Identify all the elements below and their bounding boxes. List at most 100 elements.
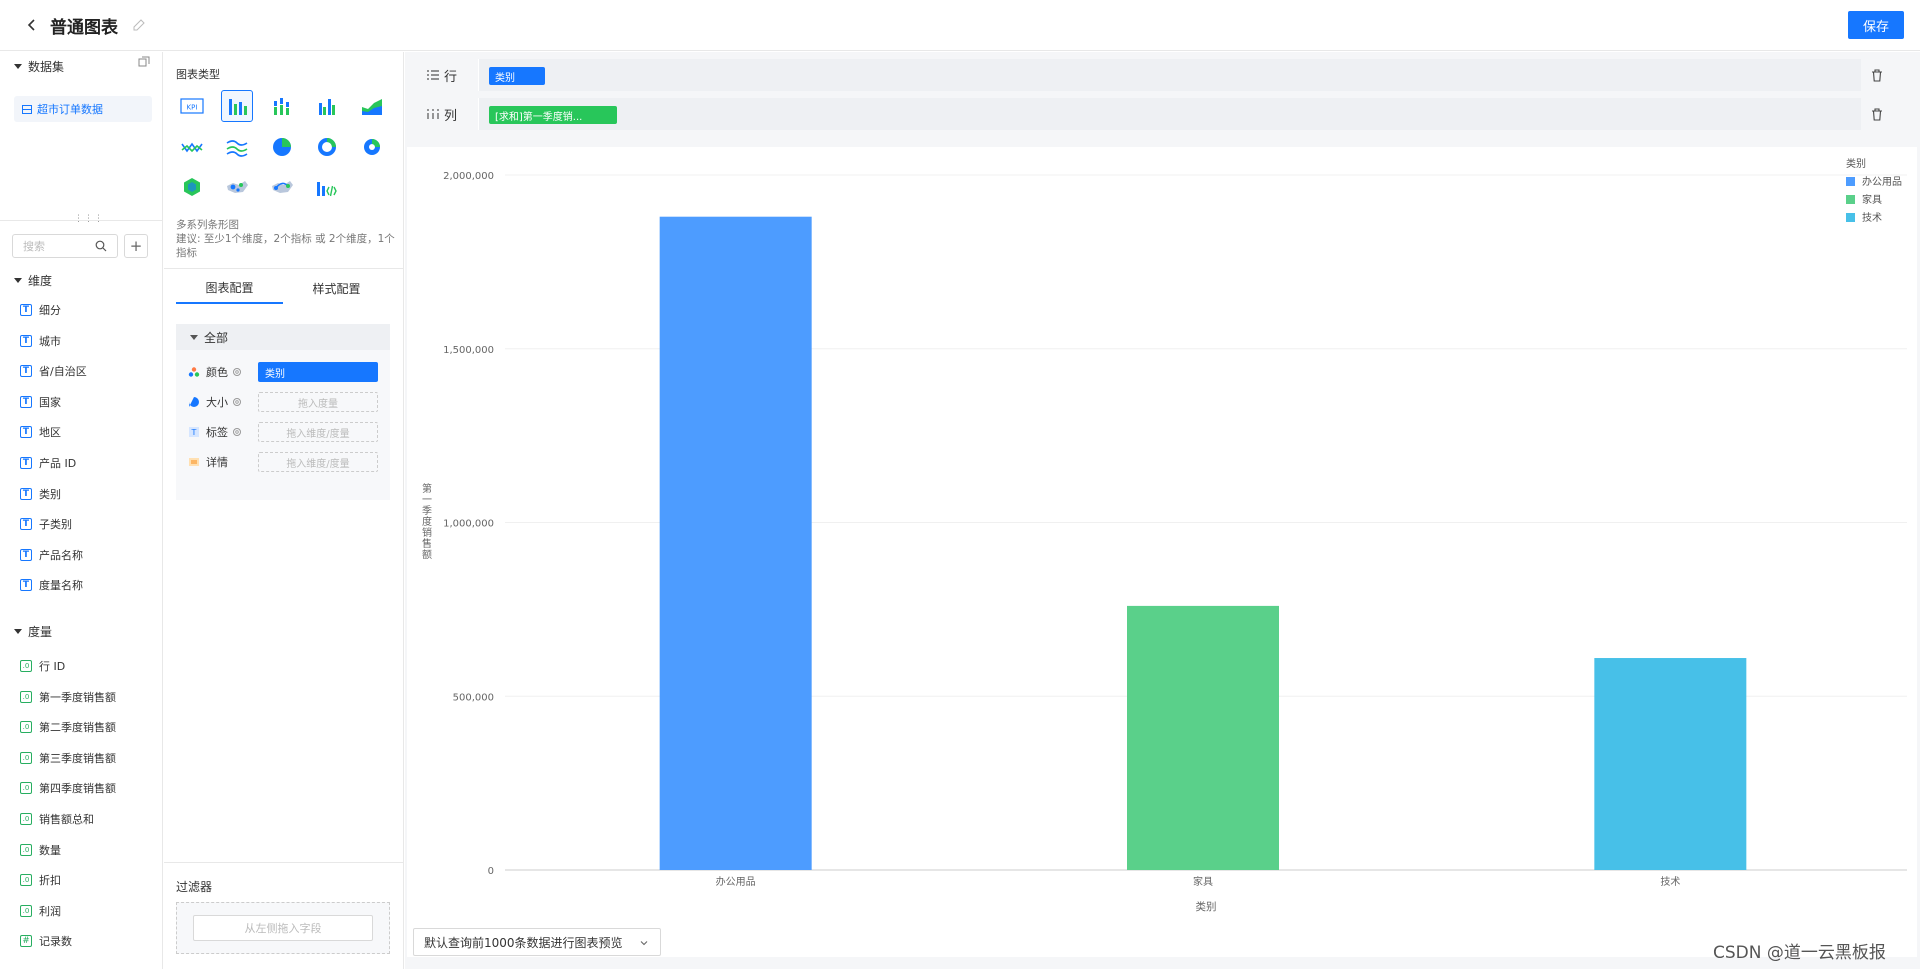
- collapse-icon: [14, 64, 22, 69]
- x-tick-label: 办公用品: [716, 875, 756, 888]
- multi-line-chart-icon[interactable]: [221, 131, 253, 163]
- resize-handle[interactable]: ⋮⋮⋮: [74, 214, 104, 224]
- donut-chart-icon[interactable]: [311, 131, 343, 163]
- edit-icon[interactable]: [132, 18, 146, 32]
- area-chart-icon[interactable]: [356, 90, 388, 122]
- tab-chart-config[interactable]: 图表配置: [176, 272, 283, 304]
- search-input[interactable]: 搜索: [12, 234, 118, 258]
- measure-field[interactable]: .0 销售额总和: [20, 810, 94, 828]
- gear-icon[interactable]: [232, 427, 242, 437]
- text-type-icon: T: [20, 518, 32, 531]
- dataset-item[interactable]: 超市订单数据: [14, 96, 152, 122]
- column-drop-zone[interactable]: [求和]第一季度销...: [479, 98, 1861, 130]
- divider: [164, 862, 404, 863]
- dimension-field[interactable]: T 产品名称: [20, 546, 83, 564]
- label-label: 标签: [206, 426, 228, 439]
- dimension-field[interactable]: T 度量名称: [20, 576, 83, 594]
- kpi-chart-icon[interactable]: KPI: [176, 90, 208, 122]
- delete-icon[interactable]: [1860, 59, 1894, 91]
- line-chart-icon[interactable]: [176, 131, 208, 163]
- dimension-field[interactable]: T 产品 ID: [20, 454, 76, 472]
- number-type-icon: .0: [20, 782, 32, 795]
- dimension-field[interactable]: T 国家: [20, 393, 61, 411]
- y-axis-title: 销: [422, 526, 432, 539]
- hex-map-icon[interactable]: [176, 171, 208, 203]
- dimension-field[interactable]: T 细分: [20, 301, 61, 319]
- preview-limit-label: 默认查询前1000条数据进行图表预览: [424, 935, 623, 950]
- dimension-field[interactable]: T 地区: [20, 423, 61, 441]
- y-tick-label: 500,000: [453, 692, 494, 703]
- preview-limit-dropdown[interactable]: 默认查询前1000条数据进行图表预览: [413, 928, 661, 956]
- y-axis-title: 额: [422, 548, 432, 561]
- measure-field[interactable]: .0 利润: [20, 902, 61, 920]
- gear-icon[interactable]: [232, 367, 242, 377]
- y-tick-label: 1,000,000: [443, 519, 494, 530]
- x-axis-title: 类别: [1196, 900, 1217, 913]
- field-label: 第三季度销售额: [39, 751, 116, 765]
- column-field-pill[interactable]: [求和]第一季度销...: [489, 106, 617, 124]
- color-field-pill[interactable]: 类别: [258, 362, 378, 382]
- filter-drop-area[interactable]: 从左侧拖入字段: [176, 902, 390, 954]
- pie-chart-icon[interactable]: [266, 131, 298, 163]
- filter-drop-zone[interactable]: 从左侧拖入字段: [193, 915, 373, 941]
- col-label-text: 列: [444, 108, 458, 124]
- divider: [0, 220, 163, 221]
- measure-field[interactable]: .0 第二季度销售额: [20, 718, 116, 736]
- x-tick-label: 技术: [1660, 875, 1680, 888]
- save-button[interactable]: 保存: [1848, 11, 1904, 39]
- y-axis-title: 度: [422, 515, 432, 528]
- legend-swatch: [1846, 195, 1855, 204]
- custom-bar-chart-icon[interactable]: [311, 171, 343, 203]
- x-tick-label: 家具: [1193, 875, 1213, 888]
- dimension-field[interactable]: T 城市: [20, 332, 61, 350]
- dimension-field[interactable]: T 类别: [20, 485, 61, 503]
- measure-field[interactable]: .0 第四季度销售额: [20, 779, 116, 797]
- detail-drop-zone[interactable]: 拖入维度/度量: [258, 452, 378, 472]
- switch-dataset-icon[interactable]: [138, 56, 150, 68]
- text-type-icon: T: [20, 334, 32, 347]
- gear-icon[interactable]: [232, 397, 242, 407]
- watermark: CSDN @道一云黑板报: [1713, 943, 1886, 963]
- measure-section-header[interactable]: 度量: [14, 623, 52, 640]
- group-all-header[interactable]: 全部: [176, 324, 390, 350]
- tab-style-config[interactable]: 样式配置: [283, 272, 390, 304]
- y-axis-title: 一: [422, 495, 432, 506]
- size-encoding: 大小: [188, 391, 242, 413]
- back-arrow-icon[interactable]: [22, 14, 42, 36]
- page-title: 普通图表: [50, 18, 118, 38]
- dimension-field[interactable]: T 子类别: [20, 515, 72, 533]
- field-label: 数量: [39, 843, 61, 857]
- stacked-bar-chart-icon[interactable]: [266, 90, 298, 122]
- columns-icon: [427, 109, 439, 119]
- row-drop-zone[interactable]: 类别: [479, 59, 1861, 91]
- measure-field[interactable]: .0 第三季度销售额: [20, 749, 116, 767]
- grouped-bar-chart-icon[interactable]: [311, 90, 343, 122]
- field-label: 折扣: [39, 874, 61, 888]
- delete-icon[interactable]: [1860, 98, 1894, 130]
- measure-field[interactable]: .0 第一季度销售额: [20, 688, 116, 706]
- measure-field[interactable]: .0 数量: [20, 841, 61, 859]
- add-field-button[interactable]: +: [124, 234, 148, 258]
- group-all-label: 全部: [204, 330, 229, 345]
- row-shelf: 行 类别: [417, 59, 1909, 91]
- label-drop-zone[interactable]: 拖入维度/度量: [258, 422, 378, 442]
- dimension-section-header[interactable]: 维度: [14, 272, 52, 289]
- scatter-map-icon[interactable]: [221, 171, 253, 203]
- bar: [659, 216, 812, 870]
- field-label: 利润: [39, 904, 61, 918]
- measure-field[interactable]: .0 行 ID: [20, 657, 65, 675]
- label-encoding: T 标签: [188, 421, 242, 443]
- dataset-section-header[interactable]: 数据集: [14, 58, 64, 75]
- top-bar: 普通图表 保存: [0, 0, 1920, 51]
- row-field-pill[interactable]: 类别: [489, 67, 545, 85]
- measure-field[interactable]: .0 折扣: [20, 871, 61, 889]
- ring-chart-icon[interactable]: [356, 131, 388, 163]
- size-drop-zone[interactable]: 拖入度量: [258, 392, 378, 412]
- flow-map-icon[interactable]: [266, 171, 298, 203]
- multi-bar-chart-icon[interactable]: [221, 90, 253, 122]
- text-type-icon: T: [20, 548, 32, 561]
- bar: [1127, 605, 1279, 870]
- hint-text: 建议: 至少1个维度，2个指标 或 2个维度，1个指标: [176, 233, 395, 259]
- measure-field[interactable]: # 记录数: [20, 932, 72, 950]
- dimension-field[interactable]: T 省/自治区: [20, 362, 87, 380]
